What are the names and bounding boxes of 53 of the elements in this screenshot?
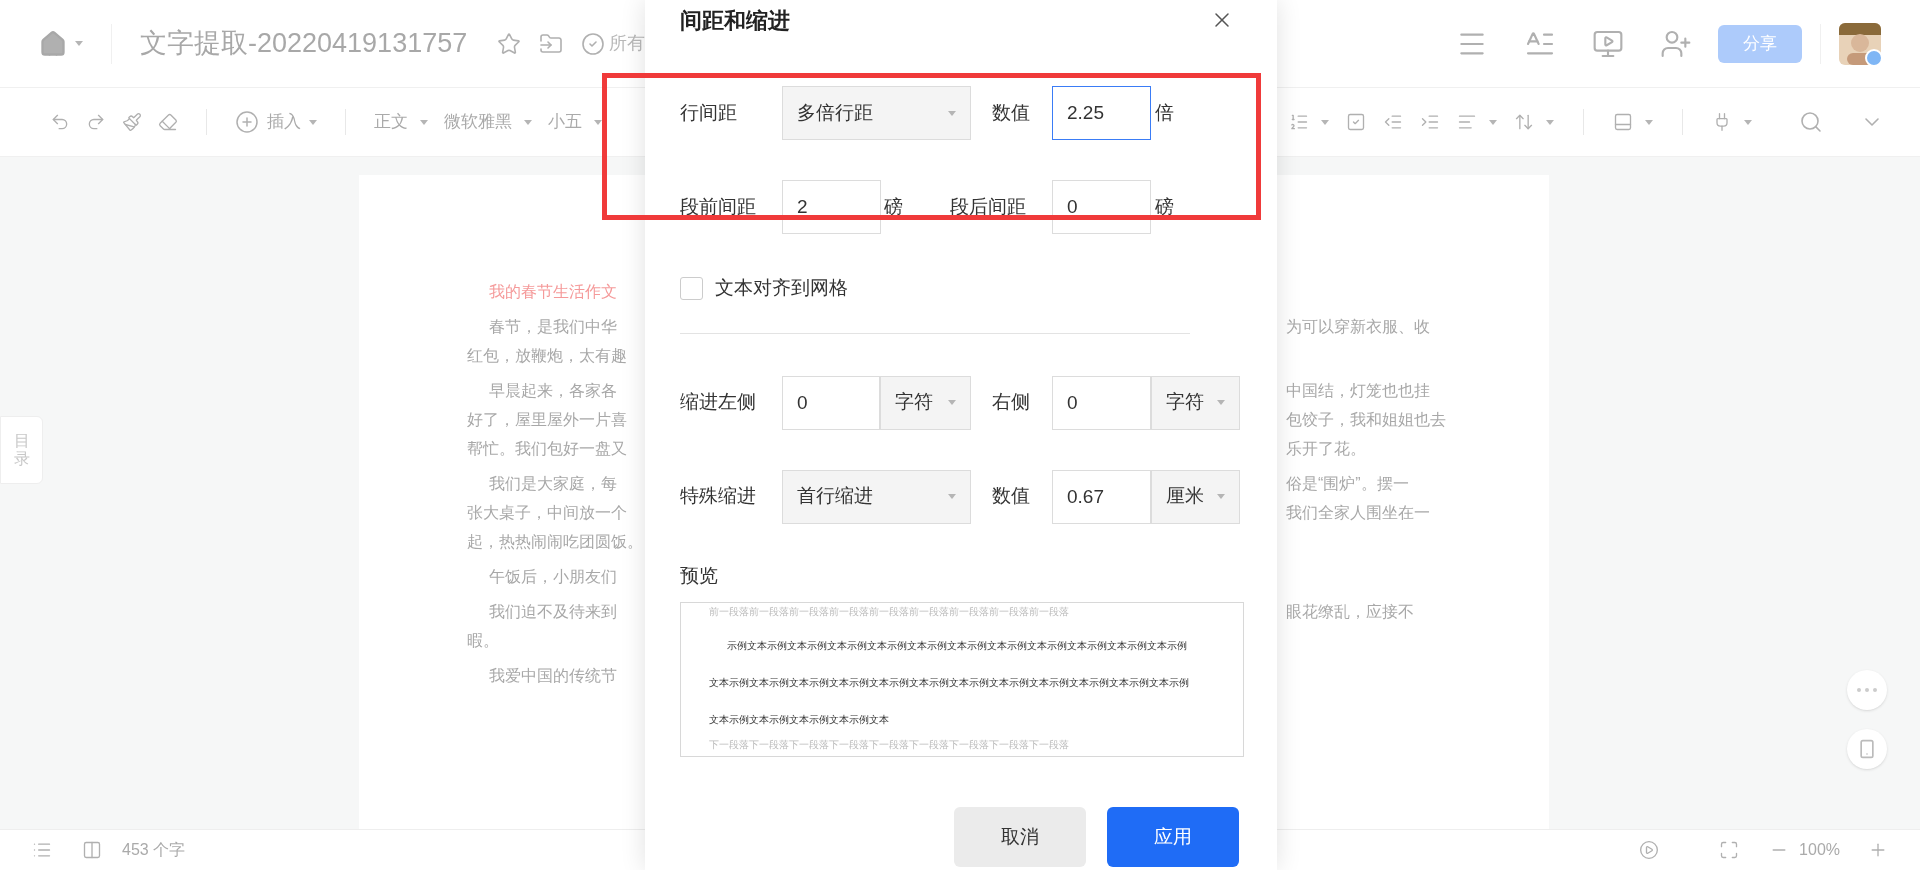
document-text: 我们全家人围坐在一 bbox=[1286, 502, 1430, 523]
unit-select[interactable]: 厘米 bbox=[1151, 469, 1240, 524]
unit-select[interactable]: 字符 bbox=[1151, 375, 1240, 430]
field-label: 数值 bbox=[992, 100, 1031, 125]
field-label: 倍 bbox=[1155, 100, 1174, 125]
special-indent-select[interactable]: 首行缩进 bbox=[782, 469, 971, 524]
document-heading: 我的春节生活作文 bbox=[489, 282, 617, 300]
document-text: 眼花缭乱，应接不 bbox=[1286, 601, 1414, 622]
document-text: 中国结，灯笼也也挂 bbox=[1286, 380, 1430, 401]
field-label: 预览 bbox=[680, 564, 718, 586]
space-after-field[interactable]: 0 bbox=[1052, 180, 1151, 234]
field-label: 磅 bbox=[1155, 194, 1174, 219]
document-text: 好了，屋里屋外一片喜 bbox=[467, 410, 627, 428]
word-count: 453 个字 bbox=[122, 840, 186, 860]
field-label: 缩进左侧 bbox=[680, 390, 757, 415]
preview-sample-text: 文本示例文本示例文本示例文本示例文本示例文本示例文本示例文本示例文本示例文本示例文本示例文本示例 bbox=[709, 676, 1189, 690]
spacing-value-field[interactable]: 2.25 bbox=[1052, 86, 1151, 140]
document-text: 包饺子，我和姐姐也去 bbox=[1286, 409, 1446, 430]
indent-right-field[interactable]: 0 bbox=[1052, 375, 1151, 430]
field-label: 段前间距 bbox=[680, 194, 757, 219]
field-label: 段后间距 bbox=[950, 194, 1027, 219]
preview-sample-text: 示例文本示例文本示例文本示例文本示例文本示例文本示例文本示例文本示例文本示例文本示例文本示例 bbox=[727, 639, 1187, 653]
cancel-button[interactable]: 取消 bbox=[954, 807, 1086, 867]
line-spacing-select[interactable]: 多倍行距 bbox=[782, 86, 971, 140]
preview-sample-text: 文本示例文本示例文本示例文本示例文本 bbox=[709, 713, 889, 727]
document-text: 我们迫不及待来到 bbox=[489, 602, 617, 620]
save-status: 所有 bbox=[609, 32, 646, 55]
document-text: 俗是“围炉”。摆一 bbox=[1286, 473, 1409, 494]
field-label: 行间距 bbox=[680, 100, 738, 125]
document-text: 起，热热闹闹吃团圆饭。 bbox=[467, 532, 643, 550]
space-before-field[interactable]: 2 bbox=[782, 180, 881, 234]
document-text: 我们是大家庭，每 bbox=[489, 474, 617, 492]
document-text: 乐开了花。 bbox=[1286, 438, 1366, 459]
document-text: 我爱中国的传统节 bbox=[489, 666, 617, 684]
field-label: 右侧 bbox=[992, 390, 1031, 415]
document-text: 红包，放鞭炮，太有趣 bbox=[467, 346, 627, 364]
snap-checkbox[interactable]: 文本对齐到网格 bbox=[680, 274, 1244, 303]
unit-select[interactable]: 字符 bbox=[880, 375, 971, 430]
document-text: 张大桌子，中间放一个 bbox=[467, 503, 627, 521]
dialog-title: 间距和缩进 bbox=[680, 6, 790, 35]
indent-left-field[interactable]: 0 bbox=[782, 375, 880, 430]
document-text: 春节，是我们中华 bbox=[489, 317, 617, 335]
document-text: 早晨起来，各家各 bbox=[489, 381, 617, 399]
apply-button[interactable]: 应用 bbox=[1107, 807, 1239, 867]
document-text: 为可以穿新衣服、收 bbox=[1286, 316, 1430, 337]
special-value-field[interactable]: 0.67 bbox=[1052, 469, 1151, 524]
field-label: 数值 bbox=[992, 484, 1031, 509]
document-text: 暇。 bbox=[467, 631, 499, 649]
document-text: 帮忙。我们包好一盘又 bbox=[467, 439, 627, 457]
field-label: 磅 bbox=[884, 194, 904, 219]
field-label: 特殊缩进 bbox=[680, 484, 757, 509]
zoom-level: 100% bbox=[1799, 840, 1840, 860]
document-text: 午饭后，小朋友们 bbox=[489, 567, 617, 585]
